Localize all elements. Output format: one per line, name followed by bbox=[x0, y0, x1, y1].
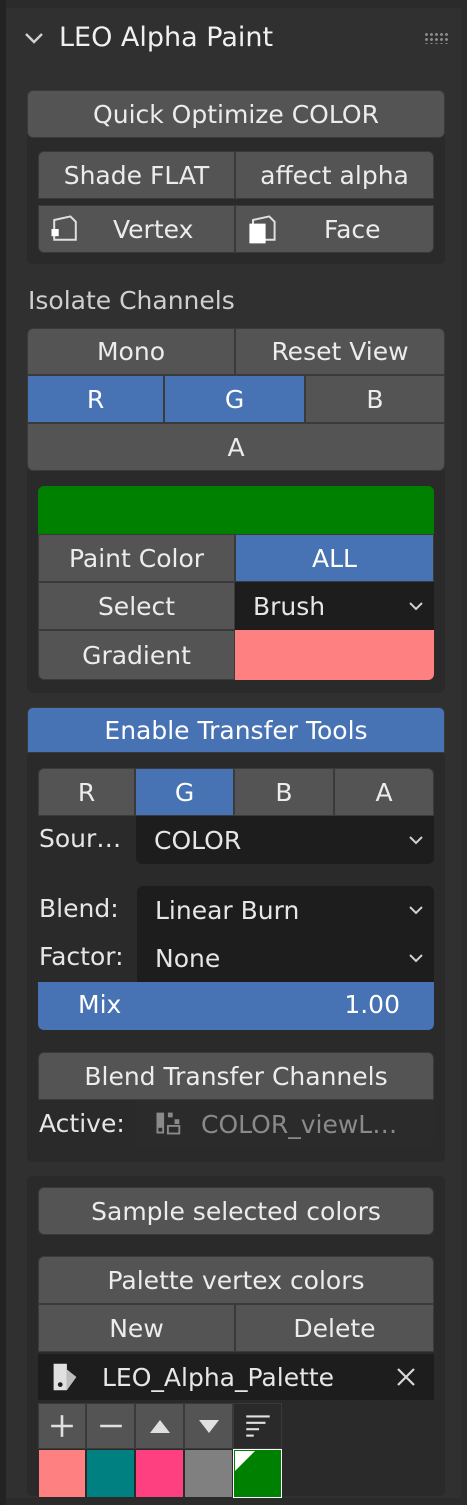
remove-color-button[interactable] bbox=[86, 1403, 135, 1449]
paint-all-button[interactable]: ALL bbox=[235, 534, 434, 582]
mix-label: Mix bbox=[78, 990, 122, 1019]
plus-icon bbox=[51, 1415, 73, 1437]
delete-palette-button[interactable]: Delete bbox=[235, 1304, 434, 1352]
transfer-channel-b-button[interactable]: B bbox=[234, 768, 334, 816]
active-label: Active: bbox=[39, 1109, 125, 1138]
palette-swatch-2[interactable] bbox=[86, 1449, 135, 1498]
mix-slider[interactable]: Mix 1.00 bbox=[38, 982, 434, 1030]
source-label: Sour… bbox=[39, 824, 122, 853]
collapse-chevron-icon[interactable] bbox=[22, 26, 46, 50]
palette-swatch-5-active[interactable] bbox=[233, 1449, 282, 1498]
enable-transfer-tools-button[interactable]: Enable Transfer Tools bbox=[27, 707, 445, 753]
blend-value: Linear Burn bbox=[155, 895, 300, 925]
palette-swatch-4[interactable] bbox=[184, 1449, 233, 1498]
vertex-mode-icon bbox=[51, 215, 77, 241]
face-mode-icon bbox=[249, 215, 276, 244]
sample-selected-colors-button[interactable]: Sample selected colors bbox=[38, 1187, 434, 1235]
transfer-channel-a-button[interactable]: A bbox=[334, 768, 434, 816]
vertex-button[interactable]: Vertex bbox=[38, 205, 235, 253]
source-dropdown[interactable]: COLOR bbox=[136, 816, 434, 864]
isolate-channels-title: Isolate Channels bbox=[28, 286, 235, 315]
mono-button[interactable]: Mono bbox=[27, 328, 235, 375]
active-swatch-marker-icon bbox=[235, 1451, 255, 1471]
drag-grip-icon[interactable] bbox=[424, 32, 450, 44]
channel-g-button[interactable]: G bbox=[164, 375, 305, 423]
chevron-down-icon bbox=[409, 906, 423, 915]
select-brush-dropdown[interactable]: Brush bbox=[235, 582, 434, 630]
add-color-button[interactable] bbox=[38, 1403, 86, 1449]
minus-icon bbox=[99, 1424, 122, 1428]
paint-color-swatch[interactable] bbox=[38, 486, 434, 534]
palette-name-field[interactable]: LEO_Alpha_Palette bbox=[38, 1354, 434, 1400]
move-color-down-button[interactable] bbox=[184, 1403, 233, 1449]
gradient-color-swatch[interactable] bbox=[235, 630, 434, 680]
blend-dropdown[interactable]: Linear Burn bbox=[137, 886, 434, 934]
quick-optimize-button[interactable]: Quick Optimize COLOR bbox=[27, 90, 445, 138]
channel-b-button[interactable]: B bbox=[305, 375, 445, 423]
select-brush-value: Brush bbox=[253, 591, 326, 621]
chevron-down-icon bbox=[409, 836, 423, 845]
palette-swatch-1[interactable] bbox=[38, 1449, 86, 1498]
sort-icon bbox=[245, 1415, 270, 1437]
blend-label: Blend: bbox=[39, 894, 119, 923]
palette-vertex-colors-button[interactable]: Palette vertex colors bbox=[38, 1256, 434, 1304]
reset-view-button[interactable]: Reset View bbox=[235, 328, 445, 375]
select-button[interactable]: Select bbox=[38, 582, 235, 630]
chevron-down-icon bbox=[409, 954, 423, 963]
active-layer-field: COLOR_viewL… bbox=[137, 1100, 434, 1148]
blend-transfer-channels-button[interactable]: Blend Transfer Channels bbox=[38, 1052, 434, 1100]
transfer-channel-r-button[interactable]: R bbox=[38, 768, 135, 816]
active-layer-value: COLOR_viewL… bbox=[201, 1109, 398, 1139]
source-value: COLOR bbox=[154, 825, 242, 855]
vertex-label: Vertex bbox=[113, 214, 194, 244]
factor-value: None bbox=[155, 943, 221, 973]
sort-colors-button[interactable] bbox=[233, 1403, 282, 1449]
color-attribute-icon bbox=[156, 1112, 181, 1135]
palette-icon bbox=[53, 1363, 77, 1391]
gradient-button[interactable]: Gradient bbox=[38, 630, 235, 680]
move-color-up-button[interactable] bbox=[135, 1403, 184, 1449]
channel-r-button[interactable]: R bbox=[27, 375, 164, 423]
face-label: Face bbox=[324, 214, 381, 244]
chevron-down-icon bbox=[409, 602, 423, 611]
palette-name-value: LEO_Alpha_Palette bbox=[102, 1362, 335, 1392]
mix-value: 1.00 bbox=[344, 990, 400, 1019]
triangle-down-icon bbox=[198, 1420, 219, 1433]
factor-dropdown[interactable]: None bbox=[137, 934, 434, 982]
face-button[interactable]: Face bbox=[235, 205, 434, 253]
transfer-channel-g-button[interactable]: G bbox=[135, 768, 234, 816]
new-palette-button[interactable]: New bbox=[38, 1304, 235, 1352]
palette-swatch-3[interactable] bbox=[135, 1449, 184, 1498]
channel-a-button[interactable]: A bbox=[27, 423, 445, 471]
affect-alpha-button[interactable]: affect alpha bbox=[235, 151, 434, 199]
triangle-up-icon bbox=[149, 1420, 170, 1433]
shade-flat-button[interactable]: Shade FLAT bbox=[38, 151, 235, 199]
close-icon[interactable] bbox=[394, 1365, 418, 1389]
panel-title[interactable]: LEO Alpha Paint bbox=[59, 22, 273, 53]
paint-color-button[interactable]: Paint Color bbox=[38, 534, 235, 582]
factor-label: Factor: bbox=[39, 942, 124, 971]
